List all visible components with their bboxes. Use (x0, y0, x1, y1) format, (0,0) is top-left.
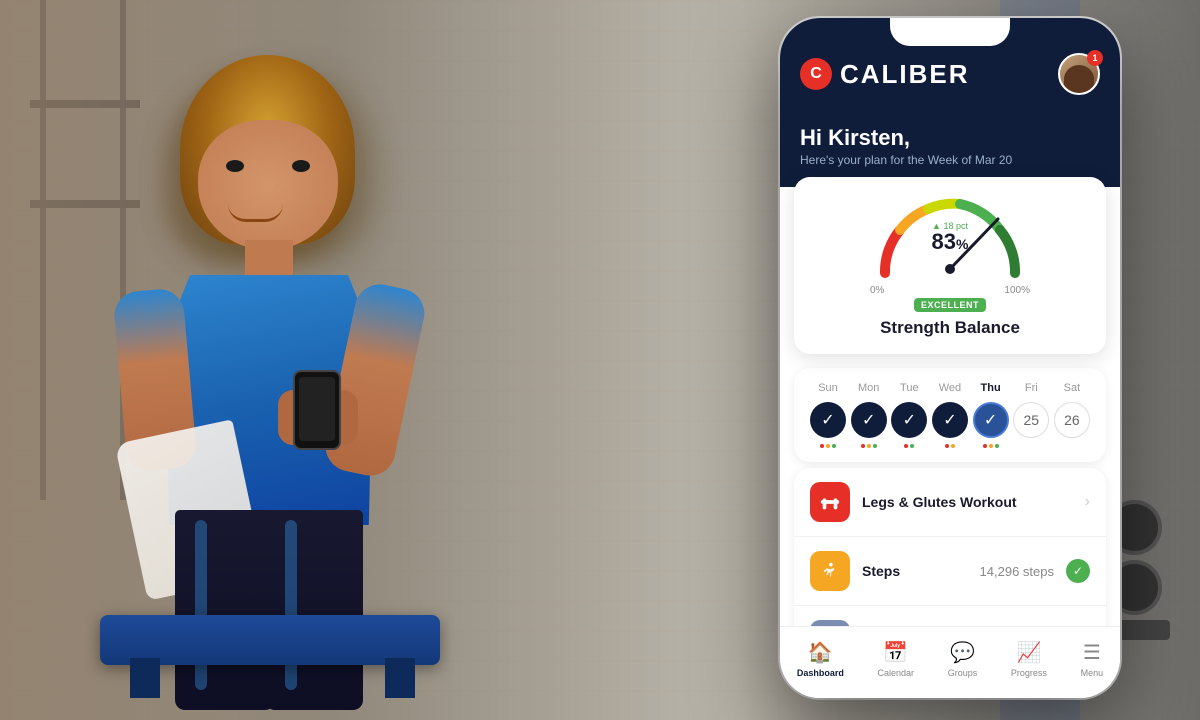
logo-area: C CALIBER (800, 58, 970, 90)
legs-workout-name: Legs & Glutes Workout (862, 494, 1073, 510)
day-label-fri: Fri (1013, 382, 1049, 394)
dot (867, 444, 871, 448)
day-check-tue[interactable]: ✓ (891, 402, 927, 438)
dots-sat (1054, 444, 1090, 448)
gauge-svg: ▲ 18 pct 83% (870, 193, 1030, 283)
day-label-thu: Thu (973, 382, 1009, 394)
week-days-header: Sun Mon Tue Wed Thu Fri Sat (810, 382, 1090, 394)
home-icon: 🏠 (808, 640, 833, 665)
nav-groups[interactable]: 💬 Groups (948, 640, 978, 678)
avatar-wrapper[interactable]: 1 (1058, 53, 1100, 95)
workout-item-steps[interactable]: Steps 14,296 steps ✓ (794, 537, 1106, 606)
gauge-card: ▲ 18 pct 83% 0% 100% EXCELLENT Strength … (794, 177, 1106, 354)
nav-menu-label: Menu (1081, 668, 1104, 678)
bench-leg-2 (385, 658, 415, 698)
dots-mon (851, 444, 887, 448)
gauge-container: ▲ 18 pct 83% 0% 100% EXCELLENT Strength … (814, 193, 1086, 342)
nav-dashboard[interactable]: 🏠 Dashboard (797, 640, 844, 678)
workout-list: Legs & Glutes Workout › Steps 14,296 ste… (794, 468, 1106, 626)
caliber-logo-icon: C (800, 58, 832, 90)
held-phone (293, 370, 341, 450)
dots-thu (973, 444, 1009, 448)
phone-notch (890, 18, 1010, 46)
gauge-percent-display: ▲ 18 pct 83% (932, 221, 969, 254)
day-check-wed[interactable]: ✓ (932, 402, 968, 438)
person-leg-left (175, 510, 275, 710)
dots-fri (1013, 444, 1049, 448)
dot (861, 444, 865, 448)
day-dots-row (810, 444, 1090, 448)
day-label-wed: Wed (932, 382, 968, 394)
bench-leg-1 (130, 658, 160, 698)
greeting-subtitle: Here's your plan for the Week of Mar 20 (800, 153, 1100, 167)
bottom-nav: 🏠 Dashboard 📅 Calendar 💬 Groups 📈 Progre… (780, 626, 1120, 698)
dot (820, 444, 824, 448)
nav-calendar-label: Calendar (878, 668, 915, 678)
dot (826, 444, 830, 448)
dots-wed (932, 444, 968, 448)
dot (945, 444, 949, 448)
phone-device: C CALIBER 1 Hi Kirsten, Here's your plan… (780, 18, 1120, 698)
gauge-title: Strength Balance (880, 318, 1020, 338)
workout-item-legs[interactable]: Legs & Glutes Workout › (794, 468, 1106, 537)
gauge-label-100: 100% (1004, 285, 1030, 296)
dot (989, 444, 993, 448)
steps-info: Steps (862, 563, 968, 579)
greeting-hi: Hi Kirsten, (800, 125, 1100, 151)
chevron-right-icon: › (1085, 493, 1090, 511)
caliber-logo-text: CALIBER (840, 59, 970, 90)
day-label-tue: Tue (891, 382, 927, 394)
groups-icon: 💬 (950, 640, 975, 665)
person-area (0, 0, 680, 720)
progress-icon: 📈 (1016, 640, 1041, 665)
phone-content: C CALIBER 1 Hi Kirsten, Here's your plan… (780, 18, 1120, 626)
person-leg-right (265, 510, 363, 710)
nav-groups-label: Groups (948, 668, 978, 678)
person-face (198, 120, 338, 250)
day-label-sun: Sun (810, 382, 846, 394)
nav-progress-label: Progress (1011, 668, 1047, 678)
day-num-fri[interactable]: 25 (1013, 402, 1049, 438)
dot (951, 444, 955, 448)
dot (995, 444, 999, 448)
gauge-percent-value: 83% (932, 231, 969, 254)
steps-check: ✓ (1066, 559, 1090, 583)
nav-progress[interactable]: 📈 Progress (1011, 640, 1047, 678)
nav-dashboard-label: Dashboard (797, 668, 844, 678)
steps-icon (810, 551, 850, 591)
dot (910, 444, 914, 448)
day-check-mon[interactable]: ✓ (851, 402, 887, 438)
gauge-excellent-badge: EXCELLENT (914, 298, 986, 312)
workout-item-weight[interactable]: Weight 163.4 lbs ✓ (794, 606, 1106, 626)
calendar-icon: 📅 (883, 640, 908, 665)
dot (873, 444, 877, 448)
day-label-sat: Sat (1054, 382, 1090, 394)
gauge-label-0: 0% (870, 285, 884, 296)
dots-sun (810, 444, 846, 448)
nav-calendar[interactable]: 📅 Calendar (878, 640, 915, 678)
legs-workout-info: Legs & Glutes Workout (862, 494, 1073, 510)
gauge-labels: 0% 100% (870, 285, 1030, 296)
legs-workout-icon (810, 482, 850, 522)
dot (832, 444, 836, 448)
menu-icon: ☰ (1083, 640, 1101, 665)
dot (983, 444, 987, 448)
calendar-section: Sun Mon Tue Wed Thu Fri Sat ✓ ✓ ✓ ✓ ✓ 25… (794, 368, 1106, 462)
dot (904, 444, 908, 448)
dots-tue (891, 444, 927, 448)
day-num-sat[interactable]: 26 (1054, 402, 1090, 438)
gauge-pct-sym: % (956, 236, 968, 252)
notification-badge: 1 (1087, 50, 1103, 66)
day-label-mon: Mon (851, 382, 887, 394)
week-days-row: ✓ ✓ ✓ ✓ ✓ 25 26 (810, 402, 1090, 438)
nav-menu[interactable]: ☰ Menu (1081, 640, 1104, 678)
gauge-pct-num: 83 (932, 229, 956, 254)
day-check-sun[interactable]: ✓ (810, 402, 846, 438)
steps-value: 14,296 steps (980, 564, 1054, 579)
day-check-thu[interactable]: ✓ (973, 402, 1009, 438)
steps-name: Steps (862, 563, 968, 579)
